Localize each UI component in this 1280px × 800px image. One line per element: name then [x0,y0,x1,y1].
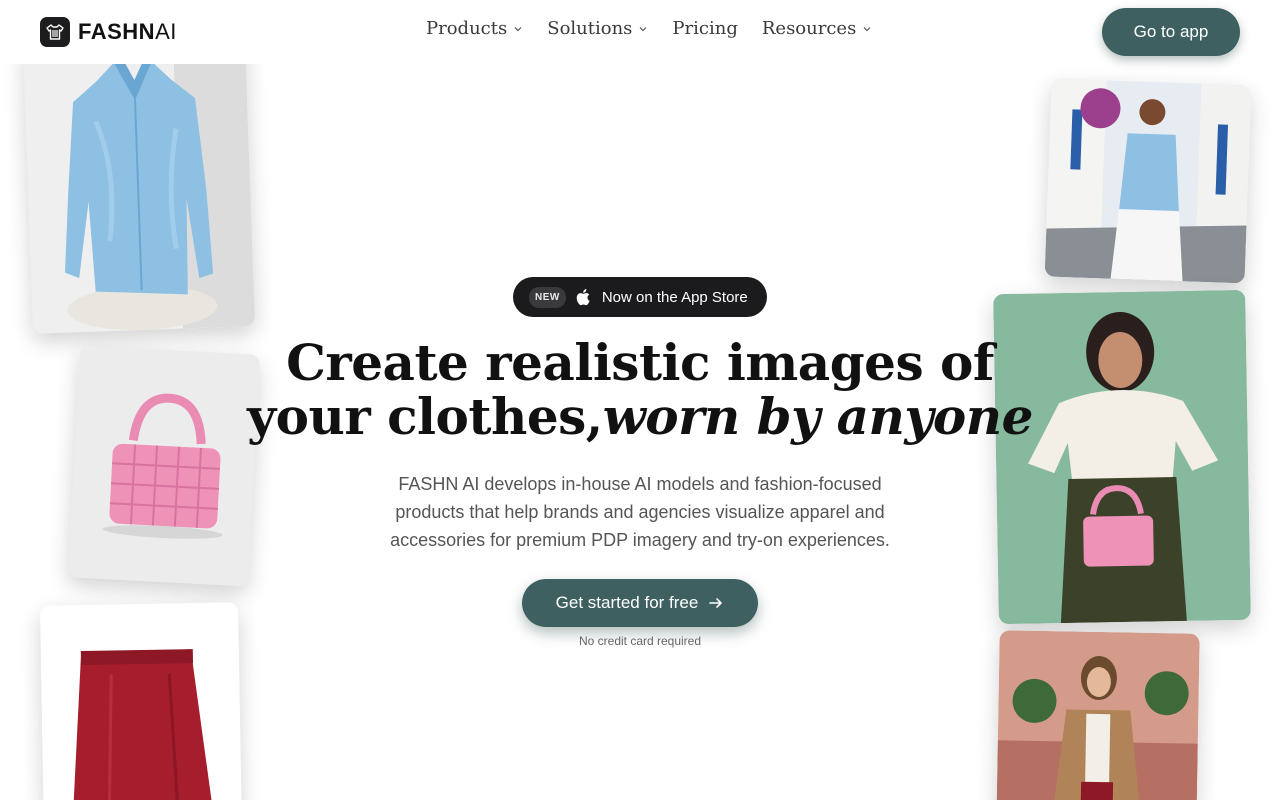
badge-text: Now on the App Store [601,288,748,306]
headline-line-2: your clothes, [247,387,603,446]
cta-label: Get started for free [555,593,699,612]
logo[interactable]: FASHNAI [40,16,177,48]
nav-item-solutions[interactable]: Solutions [547,18,648,39]
nav-label: Resources [761,18,857,39]
nav-label: Solutions [547,18,633,39]
nav-label: Products [426,18,508,39]
logo-text: FASHNAI [78,19,177,44]
main-nav: Products Solutions Pricing Resources [426,18,872,39]
model-image-blue-shirt-street [1044,78,1252,284]
hero-headline: Create realistic images of your clothes,… [240,336,1040,444]
apple-icon [576,289,590,306]
get-started-button[interactable]: Get started for free [522,579,758,627]
chevron-down-icon [639,26,647,31]
product-image-red-skirt [40,602,242,800]
headline-emphasis: worn by anyone [602,387,1034,446]
product-image-pink-bag [68,345,260,587]
nav-item-pricing[interactable]: Pricing [672,18,737,39]
go-to-app-button[interactable]: Go to app [1102,8,1240,56]
chevron-down-icon [863,26,871,31]
new-badge: NEW [529,286,566,308]
shirt-logo-icon [40,17,70,47]
nav-label: Pricing [672,18,738,39]
product-image-blue-shirt [23,36,255,334]
arrow-right-icon [709,598,723,608]
chevron-down-icon [514,26,522,31]
site-header: FASHNAI Products Solutions Pricing Resou… [0,0,1280,64]
hero-subtext: FASHN AI develops in-house AI models and… [390,474,890,550]
nav-item-resources[interactable]: Resources [762,18,872,39]
headline-line-1: Create realistic images of [286,333,994,392]
app-store-badge[interactable]: NEW Now on the App Store [513,277,767,317]
model-image-cafe-coat [996,630,1200,800]
nav-item-products[interactable]: Products [426,18,523,39]
no-credit-card-note: No credit card required [578,634,702,648]
